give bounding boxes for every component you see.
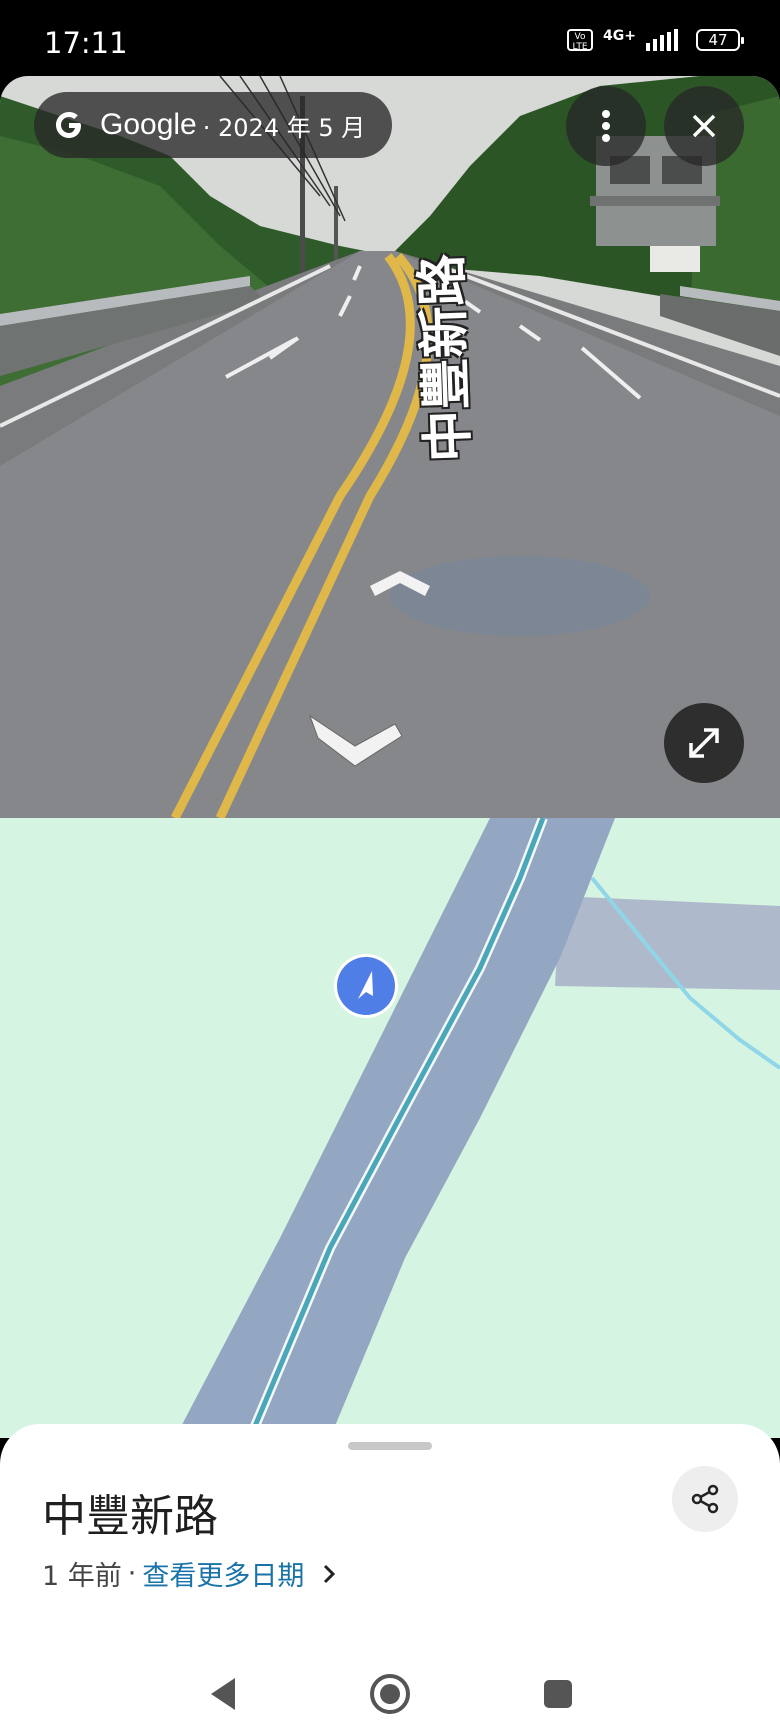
network-type: 4G+ xyxy=(603,28,636,44)
system-nav-bar xyxy=(0,1654,780,1734)
recents-square-icon xyxy=(544,1680,572,1708)
close-icon xyxy=(692,114,716,138)
street-view-info-pill[interactable]: Google · 2024 年 5 月 xyxy=(34,92,392,158)
more-options-button[interactable] xyxy=(566,86,646,166)
status-bar: 17:11 Vo LTE 4G+ 47 xyxy=(0,0,780,76)
signal-icon xyxy=(646,29,678,51)
status-time: 17:11 xyxy=(44,26,128,60)
street-view-panorama[interactable]: 中豐新路 Google · 2024 年 5 月 xyxy=(0,76,780,818)
google-g-icon xyxy=(56,112,81,138)
home-circle-icon xyxy=(370,1674,410,1714)
status-icons: Vo LTE 4G+ 47 xyxy=(567,28,744,52)
location-arrow-icon[interactable] xyxy=(332,952,400,1020)
place-title: 中豐新路 xyxy=(42,1491,218,1542)
see-more-dates-link[interactable]: 查看更多日期 xyxy=(142,1554,304,1593)
brand-label: Google xyxy=(100,108,197,141)
nav-home-button[interactable] xyxy=(362,1666,418,1722)
street-view-image xyxy=(0,76,780,818)
battery-icon: 47 xyxy=(696,29,744,51)
meta-separator: · xyxy=(127,1558,137,1589)
back-triangle-icon xyxy=(211,1678,235,1710)
chevron-right-icon[interactable] xyxy=(322,1563,336,1585)
close-button[interactable] xyxy=(664,86,744,166)
nav-recents-button[interactable] xyxy=(530,1666,586,1722)
share-icon xyxy=(691,1484,719,1514)
more-vert-icon xyxy=(602,110,610,142)
capture-date: · 2024 年 5 月 xyxy=(202,113,366,142)
capture-info-line: 1 年前 · 查看更多日期 xyxy=(42,1554,336,1593)
road-name-overlay: 中豐新路 xyxy=(413,253,480,463)
nav-back-button[interactable] xyxy=(194,1666,250,1722)
battery-level: 47 xyxy=(708,31,728,49)
volte-icon: Vo LTE xyxy=(567,29,594,52)
map-canvas xyxy=(175,818,780,1438)
capture-age: 1 年前 xyxy=(42,1561,122,1592)
map-view[interactable] xyxy=(0,818,780,1438)
sheet-drag-handle[interactable] xyxy=(348,1442,432,1450)
share-button[interactable] xyxy=(672,1466,738,1532)
fullscreen-icon xyxy=(689,728,719,758)
fullscreen-button[interactable] xyxy=(664,703,744,783)
place-bottom-sheet[interactable]: 中豐新路 1 年前 · 查看更多日期 xyxy=(0,1424,780,1654)
